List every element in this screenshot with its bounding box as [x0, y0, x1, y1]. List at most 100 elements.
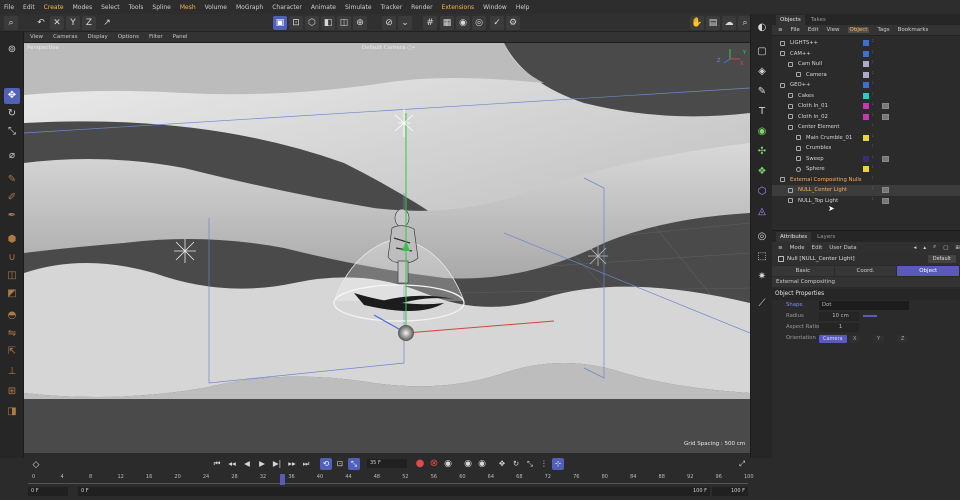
visibility-dots[interactable]: :	[872, 133, 874, 138]
orientation-x[interactable]: X	[849, 334, 861, 343]
menu-edit[interactable]: Edit	[23, 4, 35, 11]
visibility-dots[interactable]: :	[872, 70, 874, 75]
objects-bookmarks-menu[interactable]: Bookmarks	[898, 27, 929, 33]
camera-icon[interactable]: ◐	[754, 20, 770, 36]
axis-tool-icon[interactable]: ⊥	[4, 364, 20, 380]
tab-attributes[interactable]: Attributes	[776, 232, 812, 242]
tab-layers[interactable]: Layers	[813, 232, 839, 242]
radius-slider[interactable]	[863, 315, 877, 317]
uv-mode-icon[interactable]: ◫	[337, 16, 351, 30]
key-pla-icon[interactable]: ⤡	[524, 458, 536, 470]
tree-row-cam[interactable]: CAM++:	[772, 49, 960, 60]
key-param-icon[interactable]: ↻	[510, 458, 522, 470]
subtab-object[interactable]: Object	[897, 266, 960, 276]
attributes-mode-menu[interactable]: Mode	[790, 245, 805, 251]
prev-key-icon[interactable]: ◂◂	[226, 458, 238, 470]
lock-y-icon[interactable]: Y	[66, 16, 80, 30]
timeline-ruler[interactable]: 0 4 8 12 16 20 24 28 32 36 40 44 48 52 56 60 64 68 72 76 80 8…	[28, 474, 754, 486]
visibility-dots[interactable]: :	[872, 81, 874, 86]
viewport-view-menu[interactable]: View	[30, 34, 43, 40]
menu-character[interactable]: Character	[272, 4, 302, 11]
subtab-coord[interactable]: Coord.	[834, 266, 898, 276]
lock-icon[interactable]: ▢	[943, 245, 948, 251]
go-end-icon[interactable]: ⏭	[300, 458, 312, 470]
range-end-field[interactable]: 100 F	[680, 487, 710, 496]
text-icon[interactable]: T	[754, 104, 770, 120]
visibility-dots[interactable]: :	[872, 186, 874, 191]
menu-window[interactable]: Window	[483, 4, 507, 11]
search-attr-icon[interactable]: ⌕	[933, 244, 936, 251]
visibility-dots[interactable]: :	[872, 165, 874, 170]
arrow-left-icon[interactable]: ◂	[914, 245, 917, 251]
key-grid-icon[interactable]: ⊹	[552, 458, 564, 470]
autokey-icon[interactable]: ⊗	[428, 458, 440, 470]
tree-row-cloth-02[interactable]: Cloth In_02:	[772, 112, 960, 123]
measure-icon[interactable]: ⇱	[4, 344, 20, 360]
aspect-field[interactable]: 1	[819, 323, 859, 332]
loop-icon[interactable]: ⟲	[320, 458, 332, 470]
move-tool-icon[interactable]: ✥	[4, 88, 20, 104]
knife-tool-icon[interactable]: ⌀	[4, 148, 20, 164]
objects-menu-icon[interactable]: ≡	[778, 27, 783, 33]
objects-object-menu[interactable]: Object	[847, 27, 870, 33]
tree-row-sphere[interactable]: Sphere:	[772, 164, 960, 175]
keyframe-selection-icon[interactable]: ◉	[442, 458, 454, 470]
render-queue-icon[interactable]: ✓	[490, 16, 504, 30]
cloner-icon[interactable]: ✣	[754, 144, 770, 160]
visibility-dots[interactable]: :	[872, 112, 874, 117]
lock-x-icon[interactable]: ✕	[50, 16, 64, 30]
viewport-options-menu[interactable]: Options	[118, 34, 139, 40]
viewport-filter-menu[interactable]: Filter	[149, 34, 163, 40]
light-icon[interactable]: ✷	[754, 269, 770, 285]
select-icon[interactable]: ▢	[754, 44, 770, 60]
edges-mode-icon[interactable]: ⬡	[305, 16, 319, 30]
menu-tracker[interactable]: Tracker	[381, 4, 403, 11]
menu-file[interactable]: File	[4, 4, 14, 11]
visibility-dots[interactable]: :	[872, 91, 874, 96]
effector-icon[interactable]: ❖	[754, 164, 770, 180]
render-view-icon[interactable]: ◉	[456, 16, 470, 30]
environment-icon[interactable]: ⬚	[754, 249, 770, 265]
snap-settings-icon[interactable]: ⌄	[398, 16, 412, 30]
objects-view-menu[interactable]: View	[826, 27, 839, 33]
shape-dropdown[interactable]: Dot	[819, 301, 909, 310]
menu-create[interactable]: Create	[44, 4, 64, 11]
snap-icon[interactable]: ⊘	[382, 16, 396, 30]
tab-takes[interactable]: Takes	[807, 15, 830, 25]
record-icon[interactable]: ●	[414, 458, 426, 470]
visibility-dots[interactable]: :	[872, 196, 874, 201]
brush-tool-icon[interactable]: ✎	[4, 172, 20, 188]
grid-icon[interactable]: ▦	[440, 16, 454, 30]
menu-animate[interactable]: Animate	[311, 4, 336, 11]
brush-icon[interactable]: ⟋	[754, 296, 770, 312]
tree-row-crumbles[interactable]: Crumbles:	[772, 143, 960, 154]
next-frame-icon[interactable]: ▶|	[271, 458, 283, 470]
paint-tool-icon[interactable]: ✐	[4, 190, 20, 206]
scene-icon[interactable]: ◎	[754, 229, 770, 245]
tree-row-main-crumble[interactable]: Main Crumble_01:	[772, 133, 960, 144]
visibility-dots[interactable]: :	[872, 39, 874, 44]
viewport-cameras-menu[interactable]: Cameras	[53, 34, 77, 40]
default-button[interactable]: Default	[927, 255, 956, 263]
magnet-icon[interactable]: ∪	[4, 250, 20, 266]
poly-pen-icon[interactable]: ⬢	[4, 232, 20, 248]
hand-icon[interactable]: ✋	[690, 16, 704, 30]
lock-z-icon[interactable]: Z	[82, 16, 96, 30]
radius-field[interactable]: 10 cm	[819, 312, 859, 321]
new-panel-icon[interactable]: ⊞	[955, 245, 960, 251]
tree-row-null-top-light[interactable]: NULL_Top Light:	[772, 196, 960, 207]
menu-spline[interactable]: Spline	[152, 4, 170, 11]
tree-row-null-center-light[interactable]: NULL_Center Light:	[772, 185, 960, 196]
cube-icon[interactable]: ◈	[754, 64, 770, 80]
attributes-menu-icon[interactable]: ≡	[778, 245, 783, 251]
attributes-edit-menu[interactable]: Edit	[812, 245, 823, 251]
objects-tags-menu[interactable]: Tags	[877, 27, 889, 33]
visibility-dots[interactable]: :	[872, 144, 874, 149]
tree-row-sweep[interactable]: Sweep:	[772, 154, 960, 165]
menu-select[interactable]: Select	[101, 4, 120, 11]
right-light[interactable]	[588, 246, 608, 266]
axis-mode-icon[interactable]: ⊕	[353, 16, 367, 30]
tree-row-cam-null[interactable]: Cam Null:	[772, 59, 960, 70]
attributes-userdata-menu[interactable]: User Data	[829, 245, 856, 251]
model-mode-icon[interactable]: ▣	[273, 16, 287, 30]
